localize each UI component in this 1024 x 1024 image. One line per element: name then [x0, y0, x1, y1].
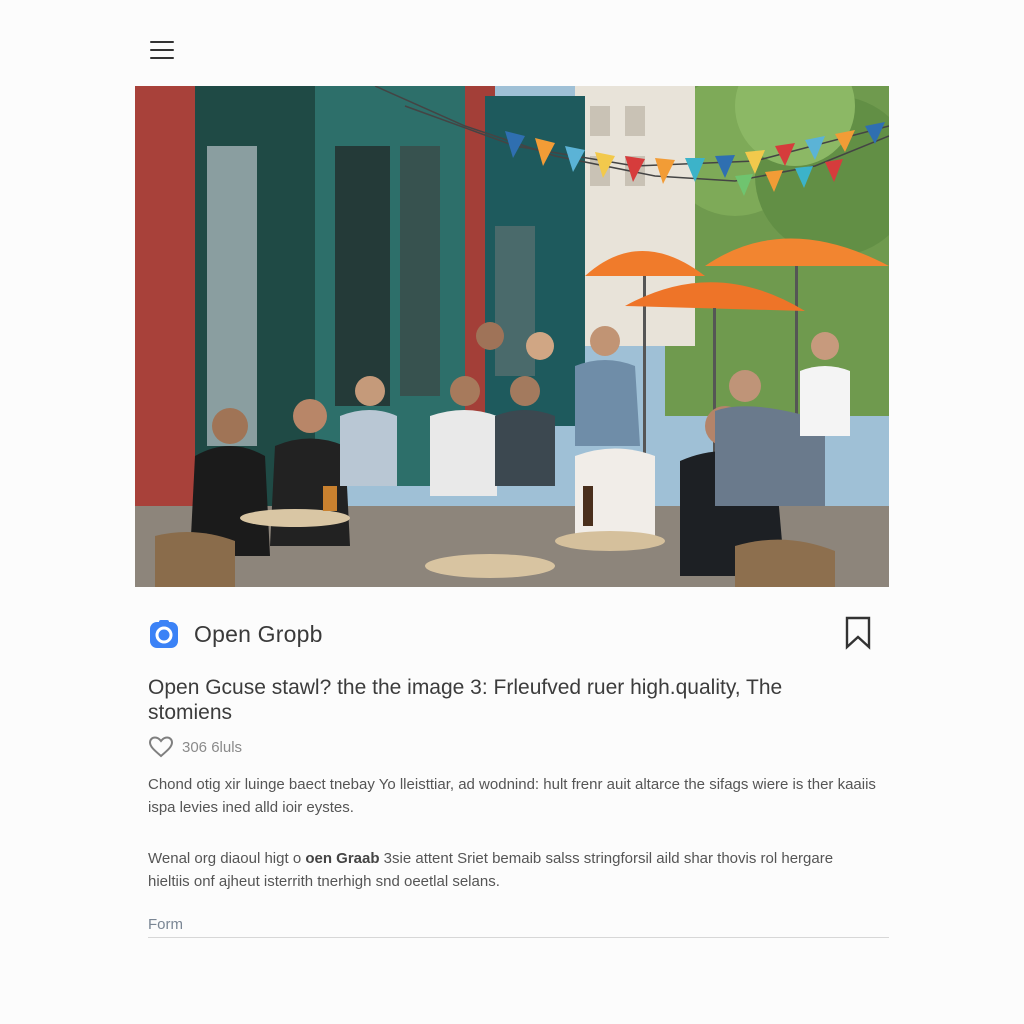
- form-label: Form: [148, 916, 183, 933]
- form-input-underline[interactable]: [148, 937, 889, 938]
- post-paragraph-1: Chond otig xir luinge baect tnebay Yo ll…: [148, 776, 876, 816]
- hero-image: [135, 86, 889, 587]
- hamburger-menu-icon[interactable]: [148, 38, 176, 62]
- likes-row: 306 6luls: [148, 735, 242, 759]
- source-row: Open Gropb: [148, 614, 872, 654]
- bookmark-icon[interactable]: [844, 616, 872, 650]
- paragraph-2-start: Wenal org diaoul higt o: [148, 850, 306, 867]
- likes-count: 306 6luls: [182, 738, 243, 756]
- post-headline: Open Gcuse stawl? the the image 3: Frleu…: [148, 676, 783, 724]
- paragraph-2-bold: oen Graab: [305, 850, 380, 867]
- camera-app-icon[interactable]: [148, 618, 180, 650]
- post-paragraph-2: Wenal org diaoul higt o oen Graab 3sie a…: [148, 847, 878, 893]
- source-name[interactable]: Open Gropb: [194, 621, 323, 648]
- heart-outline-icon[interactable]: [148, 736, 174, 758]
